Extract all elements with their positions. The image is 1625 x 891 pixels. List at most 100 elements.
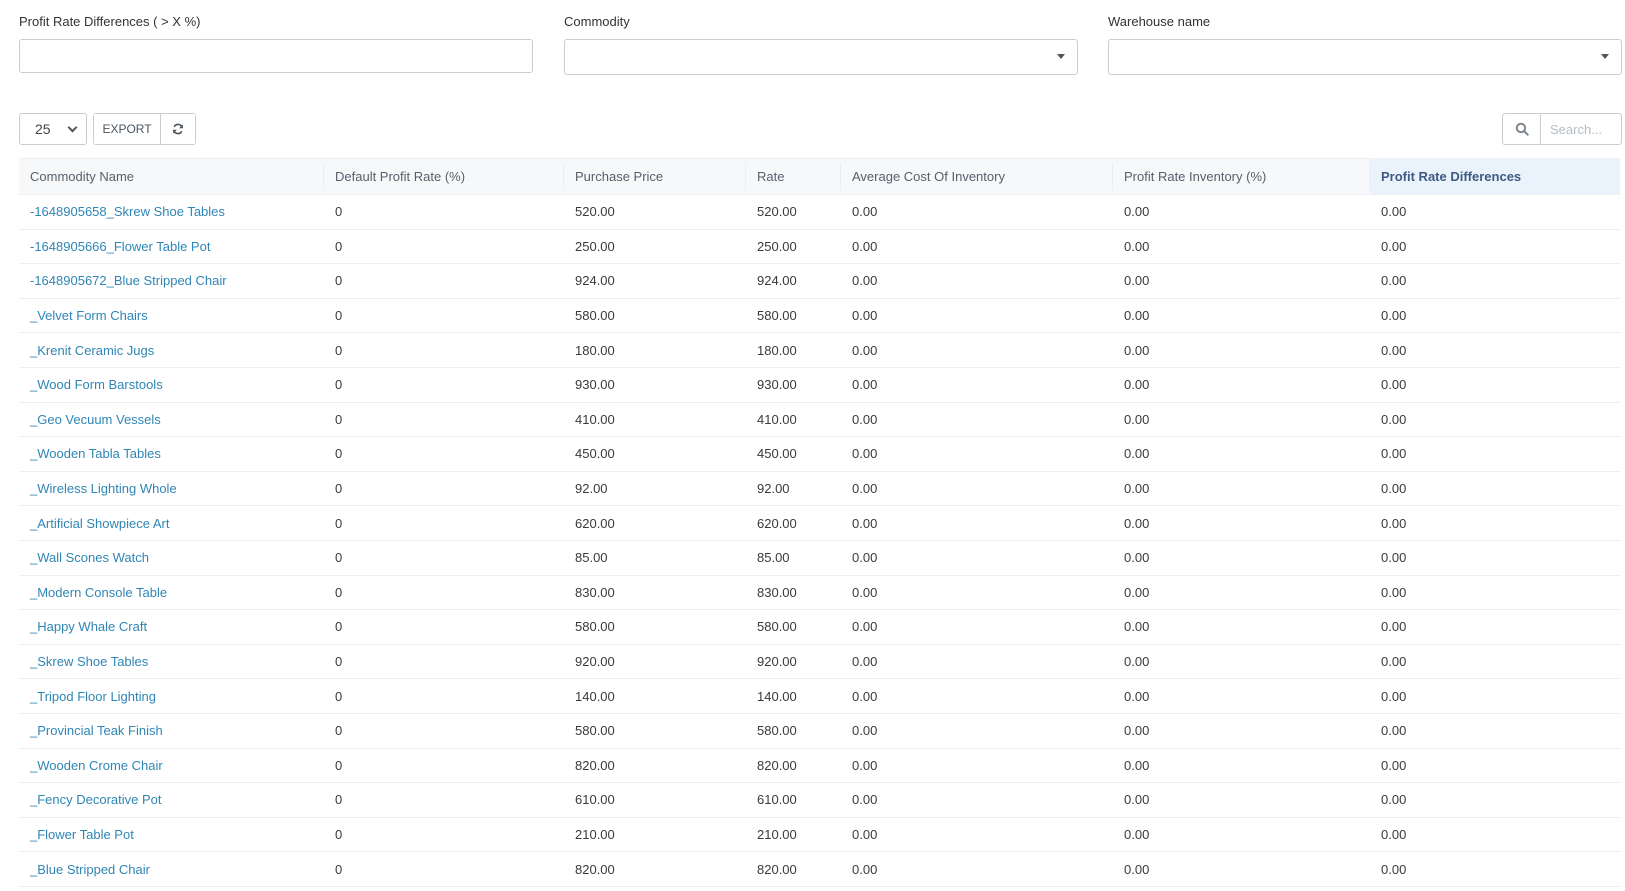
commodity-name-link[interactable]: _Krenit Ceramic Jugs	[30, 343, 154, 358]
table-cell: 85.00	[564, 540, 746, 576]
refresh-button[interactable]	[161, 114, 195, 144]
commodity-name-link[interactable]: _Artificial Showpiece Art	[30, 516, 169, 531]
commodity-name-link[interactable]: _Tripod Floor Lighting	[30, 689, 156, 704]
profit-rate-inventory-cell: 0.00	[1124, 861, 1150, 877]
search-button[interactable]	[1503, 114, 1541, 144]
commodity-name-link[interactable]: _Geo Vecuum Vessels	[30, 412, 161, 427]
table-row: _Wood Form Barstools 0 930.00 930.00 0.00 0.0…	[19, 367, 1620, 403]
commodity-filter: Commodity	[564, 14, 1078, 75]
commodity-name-link[interactable]: _Wooden Tabla Tables	[30, 446, 161, 461]
column-header-purchase-price[interactable]: Purchase Price	[564, 158, 746, 195]
table-cell: 0.00	[1370, 332, 1620, 368]
commodity-label: Commodity	[564, 14, 630, 29]
default-profit-rate-cell: 0	[335, 308, 343, 324]
rate-cell: 610.00	[757, 792, 797, 808]
column-header-commodity-name[interactable]: Commodity Name	[19, 158, 324, 195]
table-cell: 0.00	[1370, 644, 1620, 680]
purchase-price-cell: 140.00	[575, 688, 615, 704]
table-cell: 0	[324, 817, 564, 853]
table-cell: 180.00	[564, 332, 746, 368]
table-cell: _Fency Decorative Pot	[19, 782, 324, 818]
profit-rate-inventory-cell: 0.00	[1124, 826, 1150, 842]
commodity-name-link[interactable]: _Velvet Form Chairs	[30, 308, 148, 323]
commodity-name-link[interactable]: -1648905672_Blue Stripped Chair	[30, 273, 227, 288]
average-cost-cell: 0.00	[852, 861, 878, 877]
export-button[interactable]: EXPORT	[94, 114, 161, 144]
profit-rate-difference-cell: 0.00	[1381, 861, 1407, 877]
table-row: -1648905666_Flower Table Pot 0 250.00 250.0…	[19, 229, 1620, 265]
purchase-price-cell: 92.00	[575, 481, 608, 497]
commodity-name-link[interactable]: _Skrew Shoe Tables	[30, 654, 148, 669]
table-cell: 410.00	[564, 402, 746, 438]
commodity-name-link[interactable]: _Modern Console Table	[30, 585, 167, 600]
table-cell: 0.00	[841, 713, 1113, 749]
table-cell: 820.00	[746, 851, 841, 887]
column-header-default-profit-rate[interactable]: Default Profit Rate (%)	[324, 158, 564, 195]
average-cost-cell: 0.00	[852, 308, 878, 324]
commodity-name-link[interactable]: -1648905666_Flower Table Pot	[30, 239, 210, 254]
table-body: -1648905658_Skrew Shoe Tables 0 520.00 520.…	[19, 194, 1620, 887]
table-cell: 820.00	[564, 748, 746, 784]
table-cell: 0.00	[1113, 748, 1370, 784]
purchase-price-cell: 924.00	[575, 273, 615, 289]
average-cost-cell: 0.00	[852, 377, 878, 393]
average-cost-cell: 0.00	[852, 550, 878, 566]
commodity-name-link[interactable]: _Wood Form Barstools	[30, 377, 163, 392]
table-cell: 140.00	[564, 678, 746, 714]
table-row: _Wireless Lighting Whole 0 92.00 92.00 0.00 0…	[19, 471, 1620, 507]
table-cell: 0	[324, 678, 564, 714]
column-header-profit-rate-differences[interactable]: Profit Rate Differences	[1370, 158, 1620, 195]
table-cell: 0.00	[1370, 678, 1620, 714]
table-cell: 830.00	[564, 575, 746, 611]
commodity-name-link[interactable]: _Provincial Teak Finish	[30, 723, 163, 738]
warehouse-filter: Warehouse name	[1108, 14, 1622, 75]
column-header-average-cost[interactable]: Average Cost Of Inventory	[841, 158, 1113, 195]
commodity-name-link[interactable]: _Wireless Lighting Whole	[30, 481, 177, 496]
table-cell: 0.00	[1113, 782, 1370, 818]
profit-rate-inventory-cell: 0.00	[1124, 377, 1150, 393]
commodity-name-link[interactable]: _Wooden Crome Chair	[30, 758, 163, 773]
purchase-price-cell: 580.00	[575, 619, 615, 635]
commodity-name-link[interactable]: _Flower Table Pot	[30, 827, 134, 842]
profit-rate-inventory-cell: 0.00	[1124, 757, 1150, 773]
table-cell: 0.00	[1370, 471, 1620, 507]
commodity-name-link[interactable]: -1648905658_Skrew Shoe Tables	[30, 204, 225, 219]
rate-cell: 580.00	[757, 308, 797, 324]
table-cell: 0	[324, 263, 564, 299]
table-cell: 0.00	[1370, 367, 1620, 403]
column-header-rate[interactable]: Rate	[746, 158, 841, 195]
column-header-profit-rate-inventory[interactable]: Profit Rate Inventory (%)	[1113, 158, 1370, 195]
table-cell: 450.00	[564, 436, 746, 472]
commodity-select[interactable]	[564, 39, 1078, 75]
table-cell: 0	[324, 332, 564, 368]
profit-rate-difference-cell: 0.00	[1381, 619, 1407, 635]
page-size-value: 25	[35, 121, 51, 137]
rate-cell: 820.00	[757, 861, 797, 877]
warehouse-select[interactable]	[1108, 39, 1622, 75]
table-cell: _Geo Vecuum Vessels	[19, 402, 324, 438]
table-cell: _Happy Whale Craft	[19, 609, 324, 645]
commodity-name-link[interactable]: _Happy Whale Craft	[30, 619, 147, 634]
table-cell: 0	[324, 644, 564, 680]
commodity-name-link[interactable]: _Fency Decorative Pot	[30, 792, 162, 807]
commodity-name-link[interactable]: _Wall Scones Watch	[30, 550, 149, 565]
search-input[interactable]	[1541, 114, 1621, 144]
table-cell: -1648905658_Skrew Shoe Tables	[19, 194, 324, 230]
page-size-select[interactable]: 25	[19, 113, 87, 145]
default-profit-rate-cell: 0	[335, 654, 343, 670]
table-cell: 0.00	[841, 402, 1113, 438]
default-profit-rate-cell: 0	[335, 792, 343, 808]
table-cell: 0.00	[1370, 505, 1620, 541]
table-cell: 210.00	[746, 817, 841, 853]
table-cell: 0.00	[841, 505, 1113, 541]
default-profit-rate-cell: 0	[335, 861, 343, 877]
profit-rate-difference-cell: 0.00	[1381, 273, 1407, 289]
table-cell: 0.00	[1113, 471, 1370, 507]
average-cost-cell: 0.00	[852, 688, 878, 704]
table-cell: 0.00	[1113, 575, 1370, 611]
commodity-name-link[interactable]: _Blue Stripped Chair	[30, 862, 150, 877]
table-row: -1648905672_Blue Stripped Chair 0 924.00 92…	[19, 263, 1620, 299]
profit-rate-diff-input[interactable]	[19, 39, 533, 73]
table-cell: 0.00	[841, 229, 1113, 265]
profit-rate-inventory-cell: 0.00	[1124, 446, 1150, 462]
